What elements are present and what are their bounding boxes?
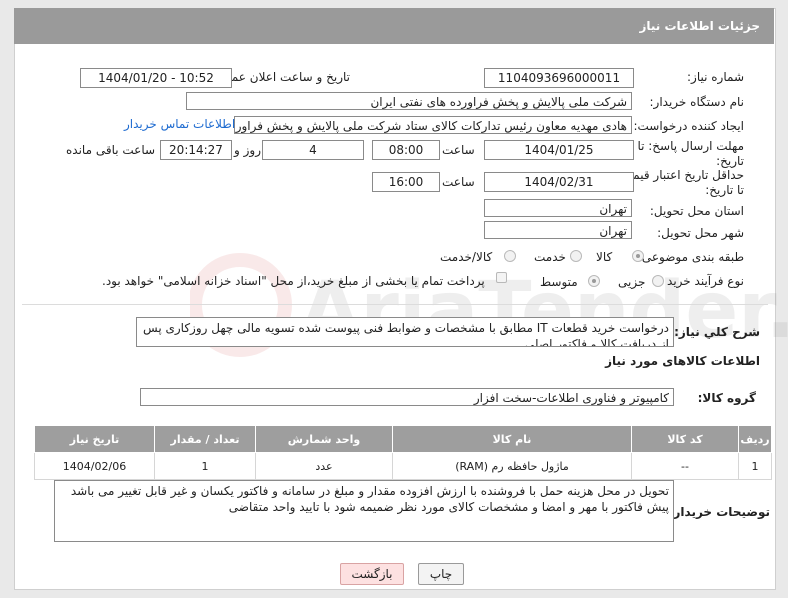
buyer-org-label: نام دستگاه خریدار: bbox=[649, 95, 745, 109]
category-option-both: کالا/خدمت bbox=[440, 250, 493, 264]
back-button[interactable]: بازگشت bbox=[340, 563, 404, 585]
description-label: شرح کلي نياز: bbox=[674, 325, 760, 339]
title-bar: جزئیات اطلاعات نیاز bbox=[14, 8, 774, 44]
goods-section-title: اطلاعات کالاهای مورد نياز bbox=[605, 354, 760, 368]
col-date: تاریخ نیاز bbox=[34, 425, 155, 453]
process-radio-minor[interactable] bbox=[652, 275, 664, 287]
need-number-field[interactable]: 1104093696000011 bbox=[484, 68, 634, 88]
cell-name: ماژول حافظه رم (RAM) bbox=[392, 452, 632, 480]
col-unit: واحد شمارش bbox=[255, 425, 393, 453]
deadline-label: مهلت ارسال پاسخ: تا تاریخ: bbox=[637, 139, 744, 168]
remaining-label: ساعت باقی مانده bbox=[66, 143, 156, 157]
category-radio-service[interactable] bbox=[570, 250, 582, 262]
category-option-goods: کالا bbox=[596, 250, 613, 264]
requester-field[interactable]: هادی مهدیه معاون رئیس تدارکات کالای ستاد… bbox=[234, 116, 632, 134]
deadline-time-field[interactable]: 08:00 bbox=[372, 140, 440, 160]
description-field[interactable]: درخواست خرید قطعات IT مطابق با مشخصات و … bbox=[136, 317, 674, 347]
goods-group-label: گروه کالا: bbox=[697, 391, 756, 405]
goods-table-header: ردیف کد کالا نام کالا واحد شمارش تعداد /… bbox=[34, 425, 772, 453]
contact-buyer-link[interactable]: اطلاعات تماس خریدار bbox=[124, 117, 235, 131]
process-label: نوع فرآیند خرید : bbox=[659, 274, 744, 288]
buyer-notes-field[interactable]: تحویل در محل هزینه حمل با فروشنده با ارز… bbox=[54, 480, 674, 542]
col-name: نام کالا bbox=[392, 425, 632, 453]
price-valid-time-field[interactable]: 16:00 bbox=[372, 172, 440, 192]
cell-qty: 1 bbox=[154, 452, 256, 480]
goods-table: ردیف کد کالا نام کالا واحد شمارش تعداد /… bbox=[34, 425, 772, 480]
col-row: ردیف bbox=[738, 425, 772, 453]
announce-field[interactable]: 1404/01/20 - 10:52 bbox=[80, 68, 232, 88]
treasury-payment-note: پرداخت تمام یا بخشی از مبلغ خرید،از محل … bbox=[102, 274, 485, 288]
remaining-time-field[interactable]: 20:14:27 bbox=[160, 140, 232, 160]
cell-row: 1 bbox=[738, 452, 772, 480]
process-option-minor: جزیی bbox=[618, 275, 646, 289]
buyer-org-field[interactable]: شرکت ملی پالایش و پخش فراورده های نفتی ا… bbox=[186, 92, 632, 110]
category-option-service: خدمت bbox=[534, 250, 566, 264]
process-option-medium: متوسط bbox=[540, 275, 578, 289]
category-radio-goods[interactable] bbox=[632, 250, 644, 262]
table-row[interactable]: 1 -- ماژول حافظه رم (RAM) عدد 1 1404/02/… bbox=[34, 452, 772, 480]
treasury-payment-checkbox[interactable] bbox=[496, 272, 507, 283]
print-button[interactable]: چاپ bbox=[418, 563, 464, 585]
price-valid-time-label: ساعت bbox=[442, 175, 475, 189]
deadline-time-label: ساعت bbox=[442, 143, 475, 157]
province-field[interactable]: تهران bbox=[484, 199, 632, 217]
days-remaining-field[interactable]: 4 bbox=[262, 140, 364, 160]
cell-code: -- bbox=[631, 452, 739, 480]
province-label: استان محل تحویل: bbox=[649, 204, 744, 218]
buyer-notes-label: توضیحات خریدار: bbox=[668, 505, 770, 519]
process-radio-medium[interactable] bbox=[588, 275, 600, 287]
requester-label: ایجاد کننده درخواست: bbox=[633, 119, 744, 133]
cell-date: 1404/02/06 bbox=[34, 452, 155, 480]
need-number-label: شماره نیاز: bbox=[687, 70, 744, 84]
city-field[interactable]: تهران bbox=[484, 221, 632, 239]
goods-group-field[interactable]: کامپیوتر و فناوری اطلاعات-سخت افزار bbox=[140, 388, 674, 406]
deadline-date-field[interactable]: 1404/01/25 bbox=[484, 140, 634, 160]
day-label: روز و bbox=[234, 143, 261, 157]
category-radio-both[interactable] bbox=[504, 250, 516, 262]
city-label: شهر محل تحویل: bbox=[657, 226, 744, 240]
page-title: جزئیات اطلاعات نیاز bbox=[639, 19, 760, 33]
divider bbox=[22, 304, 768, 305]
col-qty: تعداد / مقدار bbox=[154, 425, 256, 453]
price-valid-date-field[interactable]: 1404/02/31 bbox=[484, 172, 634, 192]
cell-unit: عدد bbox=[255, 452, 393, 480]
category-label: طبقه بندی موضوعی: bbox=[637, 250, 744, 264]
col-code: کد کالا bbox=[631, 425, 739, 453]
